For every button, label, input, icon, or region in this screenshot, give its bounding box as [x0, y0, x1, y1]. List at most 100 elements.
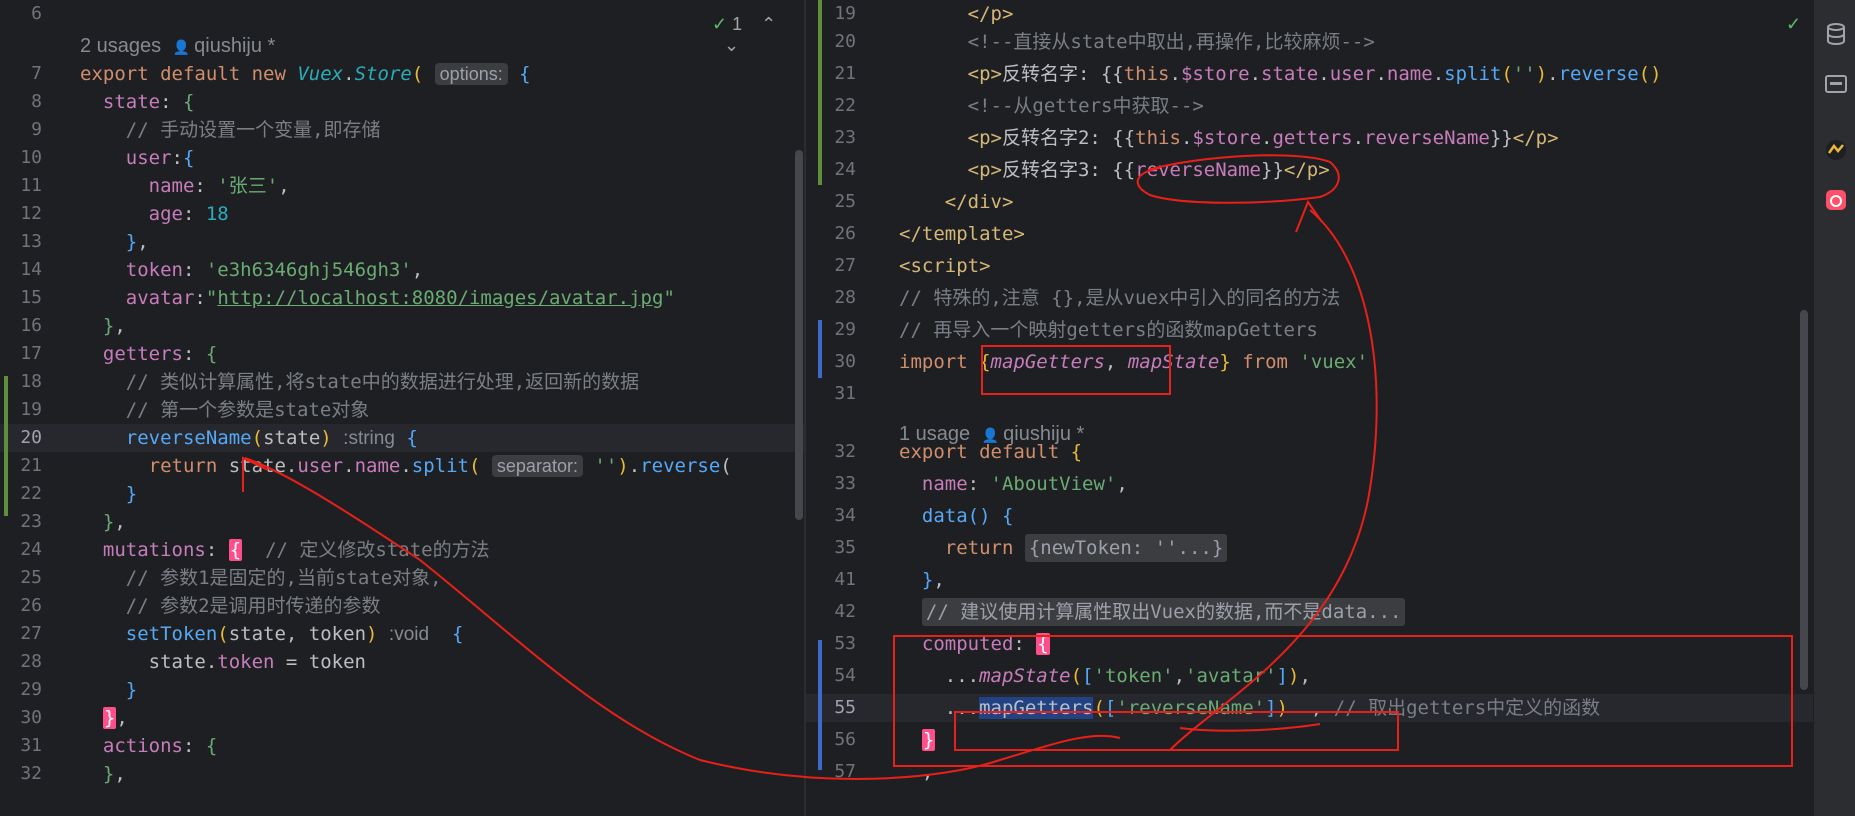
line-number[interactable]: 25: [806, 188, 856, 216]
code-text[interactable]: },: [899, 566, 945, 594]
code-text[interactable]: }: [80, 676, 137, 704]
right-scrollbar[interactable]: [1800, 310, 1808, 690]
code-text[interactable]: },: [80, 312, 126, 340]
code-text[interactable]: <p>反转名字: {{this.$store.state.user.name.s…: [899, 60, 1662, 88]
code-line-6[interactable]: 6: [0, 0, 804, 28]
code-line-21[interactable]: 21 <p>反转名字: {{this.$store.state.user.nam…: [806, 60, 1813, 88]
code-line-33[interactable]: 33 name: 'AboutView',: [806, 470, 1813, 498]
code-text[interactable]: user:{: [80, 144, 195, 172]
vcs-change-marker[interactable]: [818, 640, 822, 770]
code-text[interactable]: getters: {: [80, 340, 217, 368]
usages-count[interactable]: 2 usages: [80, 35, 161, 57]
line-number[interactable]: 33: [806, 470, 856, 498]
code-line-20[interactable]: 20 reverseName(state) :string {: [0, 424, 804, 452]
vcs-change-marker[interactable]: [818, 320, 822, 378]
code-line-29[interactable]: 29 }: [0, 676, 804, 704]
code-text[interactable]: token: 'e3h6346ghj546gh3',: [80, 256, 423, 284]
line-number[interactable]: 28: [0, 648, 42, 676]
code-text[interactable]: return {newToken: ''...}: [899, 534, 1228, 562]
code-line-22[interactable]: 22 }: [0, 480, 804, 508]
code-text[interactable]: }: [899, 726, 936, 754]
code-text[interactable]: return state.user.name.split( separator:…: [80, 452, 732, 480]
chevron-up-icon[interactable]: ⌃: [761, 14, 776, 34]
line-number[interactable]: 55: [806, 694, 856, 722]
code-line-23[interactable]: 23 <p>反转名字2: {{this.$store.getters.rever…: [806, 124, 1813, 152]
code-text[interactable]: data() {: [899, 502, 1014, 530]
line-number[interactable]: 30: [806, 348, 856, 376]
code-text[interactable]: reverseName(state) :string {: [80, 424, 418, 453]
terminal-icon[interactable]: [1824, 72, 1848, 96]
code-text[interactable]: // 建议使用计算属性取出Vuex的数据,而不是data...: [899, 598, 1406, 626]
code-line-31[interactable]: 31: [806, 380, 1813, 408]
code-line-35[interactable]: 35 return {newToken: ''...}: [806, 534, 1813, 562]
line-number[interactable]: 16: [0, 312, 42, 340]
code-text[interactable]: actions: {: [80, 732, 217, 760]
line-number[interactable]: 24: [806, 156, 856, 184]
code-line-29[interactable]: 29 // 再导入一个映射getters的函数mapGetters: [806, 316, 1813, 344]
author-name[interactable]: qiushiju *: [1003, 423, 1084, 445]
code-line-11[interactable]: 11 name: '张三',: [0, 172, 804, 200]
line-number[interactable]: 35: [806, 534, 856, 562]
line-number[interactable]: 26: [0, 592, 42, 620]
line-number[interactable]: 27: [0, 620, 42, 648]
code-text[interactable]: // 参数1是固定的,当前state对象,: [80, 564, 442, 592]
line-number[interactable]: 32: [806, 438, 856, 466]
code-line-54[interactable]: 54 ...mapState(['token','avatar']),: [806, 662, 1813, 690]
author-name[interactable]: qiushiju *: [194, 35, 275, 57]
code-text[interactable]: <!--直接从state中取出,再操作,比较麻烦-->: [899, 28, 1375, 56]
code-line-16[interactable]: 16 },: [0, 312, 804, 340]
code-text[interactable]: </template>: [899, 220, 1025, 248]
vcs-change-marker[interactable]: [4, 376, 8, 516]
line-number[interactable]: 12: [0, 200, 42, 228]
code-line-55[interactable]: 55 ...mapGetters(['reverseName']) , // 取…: [806, 694, 1813, 722]
code-line-14[interactable]: 14 token: 'e3h6346ghj546gh3',: [0, 256, 804, 284]
code-line-23[interactable]: 23 },: [0, 508, 804, 536]
code-text[interactable]: <script>: [899, 252, 991, 280]
code-line-22[interactable]: 22 <!--从getters中获取-->: [806, 92, 1813, 120]
code-text[interactable]: state.token = token: [80, 648, 366, 676]
code-text[interactable]: },: [80, 704, 128, 732]
code-line-26[interactable]: 26 // 参数2是调用时传递的参数: [0, 592, 804, 620]
line-number[interactable]: 32: [0, 760, 42, 788]
line-number[interactable]: 41: [806, 566, 856, 594]
code-text[interactable]: avatar:"http://localhost:8080/images/ava…: [80, 284, 675, 312]
code-line-27[interactable]: 27 <script>: [806, 252, 1813, 280]
chevron-down-icon[interactable]: ⌄: [724, 35, 739, 55]
line-number[interactable]: 34: [806, 502, 856, 530]
line-number[interactable]: 17: [0, 340, 42, 368]
line-number[interactable]: 53: [806, 630, 856, 658]
code-text[interactable]: },: [80, 228, 149, 256]
code-line-18[interactable]: 18 // 类似计算属性,将state中的数据进行处理,返回新的数据: [0, 368, 804, 396]
line-number[interactable]: 21: [806, 60, 856, 88]
line-number[interactable]: 26: [806, 220, 856, 248]
code-text[interactable]: <p>反转名字3: {{reverseName}}</p>: [899, 156, 1330, 184]
code-line-17[interactable]: 17 getters: {: [0, 340, 804, 368]
inspection-widget[interactable]: ✓ 1 ⌃ ⌄: [712, 14, 804, 56]
code-text[interactable]: },: [80, 760, 126, 788]
code-text[interactable]: export default new Vuex.Store( options: …: [80, 60, 531, 88]
database-icon[interactable]: [1824, 22, 1848, 46]
code-text[interactable]: }: [80, 480, 137, 508]
code-text[interactable]: state: {: [80, 88, 195, 116]
code-text[interactable]: setToken(state, token) :void {: [80, 620, 464, 649]
line-number[interactable]: 8: [0, 88, 42, 116]
code-line-26[interactable]: 26 </template>: [806, 220, 1813, 248]
code-line-20[interactable]: 20 <!--直接从state中取出,再操作,比较麻烦-->: [806, 28, 1813, 56]
code-line-24[interactable]: 24 <p>反转名字3: {{reverseName}}</p>: [806, 156, 1813, 184]
code-line-10[interactable]: 10 user:{: [0, 144, 804, 172]
code-text[interactable]: name: '张三',: [80, 172, 290, 200]
code-line-30[interactable]: 30 },: [0, 704, 804, 732]
code-line-9[interactable]: 9 // 手动设置一个变量,即存储: [0, 116, 804, 144]
line-number[interactable]: 28: [806, 284, 856, 312]
line-number[interactable]: 6: [0, 0, 42, 28]
code-text[interactable]: // 第一个参数是state对象: [80, 396, 370, 424]
line-number[interactable]: 27: [806, 252, 856, 280]
line-number[interactable]: 20: [806, 28, 856, 56]
code-line-7[interactable]: 7 export default new Vuex.Store( options:…: [0, 60, 804, 88]
code-line-25[interactable]: 25 // 参数1是固定的,当前state对象,: [0, 564, 804, 592]
code-line-34[interactable]: 34 data() {: [806, 502, 1813, 530]
code-line-28[interactable]: 28 // 特殊的,注意 {},是从vuex中引入的同名的方法: [806, 284, 1813, 312]
code-text[interactable]: ...mapGetters(['reverseName']) , // 取出ge…: [899, 694, 1600, 722]
line-number[interactable]: 31: [0, 732, 42, 760]
line-number[interactable]: 14: [0, 256, 42, 284]
